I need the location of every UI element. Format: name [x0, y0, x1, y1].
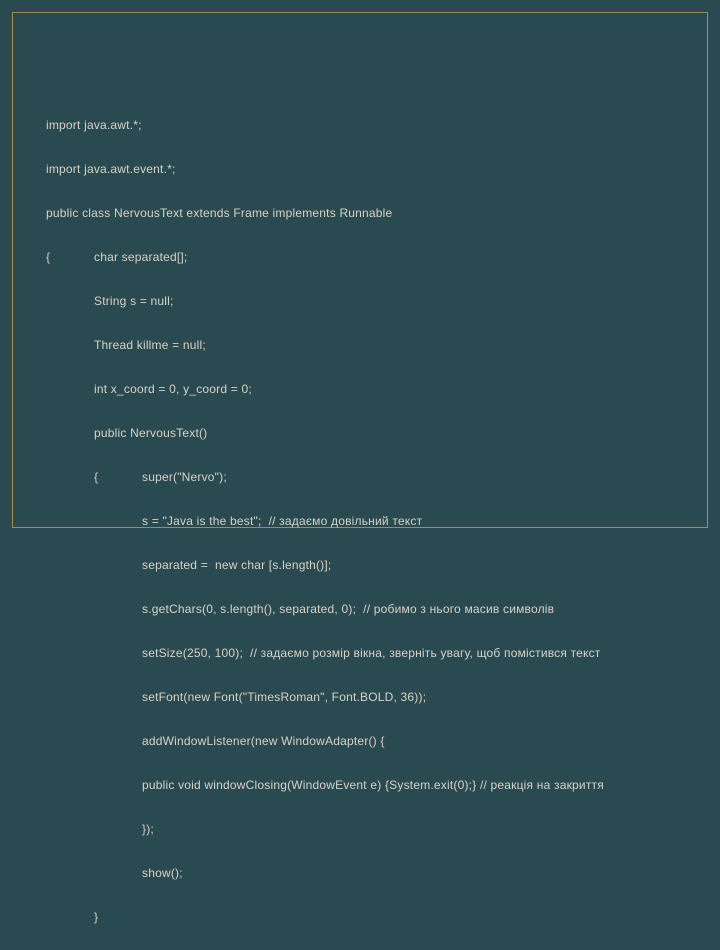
code-line: s = "Java is the best"; // задаємо довіл… [46, 510, 700, 532]
code-line: separated = new char [s.length()]; [46, 554, 700, 576]
code-text: String s = null; [46, 290, 174, 312]
open-brace: { [46, 466, 142, 488]
code-text: setFont(new Font("TimesRoman", Font.BOLD… [46, 686, 426, 708]
code-text: setSize(250, 100); // задаємо розмір вік… [46, 642, 601, 664]
code-line: import java.awt.event.*; [46, 158, 700, 180]
code-line: String s = null; [46, 290, 700, 312]
code-line: Thread killme = null; [46, 334, 700, 356]
code-text: }); [46, 818, 154, 840]
code-line: show(); [46, 862, 700, 884]
code-text: public NervousText() [46, 422, 207, 444]
code-line: s.getChars(0, s.length(), separated, 0);… [46, 598, 700, 620]
code-line: setSize(250, 100); // задаємо розмір вік… [46, 642, 700, 664]
code-line: {char separated[]; [46, 246, 700, 268]
code-line: import java.awt.*; [46, 114, 700, 136]
code-line: public class NervousText extends Frame i… [46, 202, 700, 224]
code-text: addWindowListener(new WindowAdapter() { [46, 730, 385, 752]
code-block: import java.awt.*; import java.awt.event… [46, 92, 700, 950]
code-text: s.getChars(0, s.length(), separated, 0);… [46, 598, 554, 620]
code-line: } [46, 906, 700, 928]
code-text: public void windowClosing(WindowEvent e)… [46, 774, 604, 796]
code-line: addWindowListener(new WindowAdapter() { [46, 730, 700, 752]
code-text: char separated[]; [94, 250, 187, 264]
code-line: public void windowClosing(WindowEvent e)… [46, 774, 700, 796]
code-text: Thread killme = null; [46, 334, 206, 356]
code-line: public NervousText() [46, 422, 700, 444]
code-line: }); [46, 818, 700, 840]
code-line: int x_coord = 0, y_coord = 0; [46, 378, 700, 400]
code-text: int x_coord = 0, y_coord = 0; [46, 378, 252, 400]
code-text: s = "Java is the best"; // задаємо довіл… [46, 510, 422, 532]
close-brace: } [46, 906, 98, 928]
code-line: {super("Nervo"); [46, 466, 700, 488]
code-text: separated = new char [s.length()]; [46, 554, 331, 576]
code-text: super("Nervo"); [142, 470, 227, 484]
open-brace: { [46, 246, 94, 268]
code-text: show(); [46, 862, 183, 884]
code-line: setFont(new Font("TimesRoman", Font.BOLD… [46, 686, 700, 708]
